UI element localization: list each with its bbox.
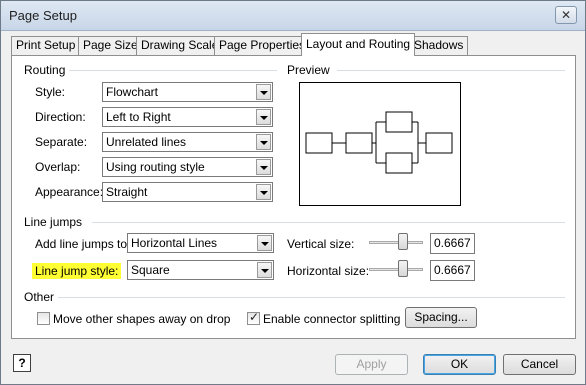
chevron-down-icon[interactable] — [256, 184, 271, 200]
tab-panel: Routing Style: Flowchart Direction: Left… — [11, 55, 576, 339]
preview-section-label: Preview — [287, 63, 334, 77]
move-shapes-checkbox[interactable] — [37, 312, 50, 325]
close-button[interactable]: ✕ — [555, 6, 577, 24]
line-jumps-separator — [92, 222, 565, 223]
line-jump-style-value: Square — [131, 263, 170, 277]
page-setup-dialog: Page Setup ✕ Print Setup Page Size Drawi… — [0, 0, 586, 385]
direction-label: Direction: — [35, 110, 86, 124]
chevron-down-icon[interactable] — [256, 109, 271, 125]
help-icon[interactable]: ? — [13, 354, 31, 372]
separate-value: Unrelated lines — [106, 135, 187, 149]
overlap-value: Using routing style — [106, 160, 205, 174]
add-line-jumps-select[interactable]: Horizontal Lines — [127, 233, 274, 253]
preview-shape — [425, 132, 453, 154]
horizontal-size-label: Horizontal size: — [287, 264, 370, 278]
separate-select[interactable]: Unrelated lines — [102, 132, 273, 152]
other-section-label: Other — [24, 290, 59, 304]
add-line-jumps-label: Add line jumps to: — [35, 237, 131, 251]
enable-splitting-checkbox[interactable]: ✓ — [247, 310, 260, 325]
appearance-select[interactable]: Straight — [102, 182, 273, 202]
checkmark-icon: ✓ — [249, 310, 260, 324]
flowchart-preview-diagram — [305, 111, 453, 174]
preview-shape — [305, 132, 333, 154]
apply-button[interactable]: Apply — [335, 354, 408, 375]
routing-section-label: Routing — [24, 63, 70, 77]
chevron-down-icon[interactable] — [256, 84, 271, 100]
spacing-button[interactable]: Spacing... — [405, 307, 477, 328]
vertical-size-label: Vertical size: — [287, 237, 355, 251]
ok-button[interactable]: OK — [423, 354, 496, 375]
overlap-select[interactable]: Using routing style — [102, 157, 273, 177]
move-shapes-label: Move other shapes away on drop — [53, 312, 231, 326]
tab-shadows[interactable]: Shadows — [409, 36, 469, 55]
vertical-size-slider-thumb[interactable] — [398, 233, 408, 250]
cancel-button[interactable]: Cancel — [503, 354, 576, 375]
separate-label: Separate: — [35, 135, 88, 149]
chevron-down-icon[interactable] — [256, 134, 271, 150]
tab-drawing-scale[interactable]: Drawing Scale — [136, 36, 224, 55]
style-value: Flowchart — [106, 85, 159, 99]
direction-select[interactable]: Left to Right — [102, 107, 273, 127]
chevron-down-icon[interactable] — [257, 235, 272, 251]
tab-page-size[interactable]: Page Size — [78, 36, 143, 55]
window-title: Page Setup — [9, 8, 77, 23]
preview-separator — [337, 70, 565, 71]
title-bar: Page Setup ✕ — [1, 1, 585, 31]
tab-print-setup[interactable]: Print Setup — [11, 36, 81, 55]
horizontal-size-slider[interactable] — [369, 268, 423, 271]
layout-preview — [299, 82, 461, 206]
appearance-value: Straight — [106, 185, 148, 199]
chevron-down-icon[interactable] — [257, 262, 272, 278]
vertical-size-field[interactable]: 0.6667 — [430, 233, 475, 254]
style-select[interactable]: Flowchart — [102, 82, 273, 102]
line-jump-style-select[interactable]: Square — [127, 260, 274, 280]
style-label: Style: — [35, 85, 66, 99]
chevron-down-icon[interactable] — [256, 159, 271, 175]
enable-splitting-label: Enable connector splitting — [263, 312, 401, 326]
vertical-size-slider[interactable] — [369, 241, 423, 244]
tab-layout-and-routing[interactable]: Layout and Routing — [301, 33, 416, 56]
routing-separator — [67, 70, 277, 71]
other-separator — [57, 297, 565, 298]
horizontal-size-field[interactable]: 0.6667 — [430, 260, 475, 281]
horizontal-size-slider-thumb[interactable] — [398, 260, 408, 277]
add-line-jumps-value: Horizontal Lines — [131, 236, 218, 250]
preview-shape — [345, 132, 373, 154]
line-jump-style-label: Line jump style: — [32, 263, 122, 279]
preview-shape — [385, 111, 413, 133]
appearance-label: Appearance: — [35, 185, 104, 199]
overlap-label: Overlap: — [35, 160, 81, 174]
tab-page-properties[interactable]: Page Properties — [214, 36, 311, 55]
line-jumps-section-label: Line jumps — [24, 215, 87, 229]
preview-shape — [385, 152, 413, 174]
direction-value: Left to Right — [106, 110, 171, 124]
